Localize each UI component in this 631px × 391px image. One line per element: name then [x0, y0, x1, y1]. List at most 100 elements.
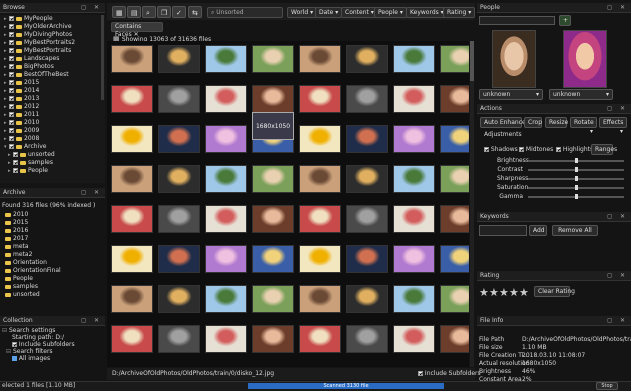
panel-controls-icon[interactable]: ◻ ✕ [607, 212, 628, 222]
panel-controls-icon[interactable]: ◻ ✕ [81, 188, 102, 198]
browse-scrollbar[interactable] [101, 15, 104, 100]
stop-button[interactable]: Stop [596, 382, 618, 390]
photo-thumbnail[interactable] [346, 205, 388, 233]
folder-checkbox[interactable] [9, 16, 14, 21]
photo-thumbnail[interactable] [299, 45, 341, 73]
archive-item[interactable]: unsorted [3, 291, 40, 299]
person-select[interactable]: unknown ▾ [549, 89, 613, 100]
photo-thumbnail[interactable] [393, 125, 435, 153]
photo-thumbnail[interactable] [111, 245, 153, 273]
photo-thumbnail[interactable] [252, 245, 294, 273]
tree-item[interactable]: ▸ 2012 [4, 103, 39, 111]
filter-rating-button[interactable]: Rating ▾ [443, 7, 476, 18]
slider-handle[interactable] [574, 167, 578, 172]
folder-checkbox[interactable] [9, 144, 14, 149]
star-icon[interactable]: ★ [489, 286, 499, 299]
include-subfolders-checkbox[interactable] [418, 371, 423, 376]
photo-thumbnail[interactable] [346, 325, 388, 353]
zoom-icon[interactable]: ⌕ [142, 6, 156, 18]
adjustment-slider[interactable] [528, 185, 624, 190]
folder-checkbox[interactable] [13, 168, 18, 173]
photo-thumbnail[interactable] [346, 245, 388, 273]
archive-item[interactable]: OrientationFinal [3, 267, 61, 275]
people-name-input[interactable] [479, 16, 555, 25]
folder-checkbox[interactable] [9, 128, 14, 133]
photo-thumbnail[interactable] [205, 205, 247, 233]
action-resize-button[interactable]: Resize [545, 117, 568, 128]
tab-contains-faces[interactable]: Contains Faces ✕ [111, 22, 163, 38]
photo-thumbnail[interactable] [299, 85, 341, 113]
star-icon[interactable]: ★ [509, 286, 519, 299]
folder-checkbox[interactable] [9, 72, 14, 77]
folder-checkbox[interactable] [9, 80, 14, 85]
archive-item[interactable]: meta [3, 243, 29, 251]
photo-thumbnail[interactable] [158, 45, 200, 73]
photo-thumbnail[interactable] [205, 125, 247, 153]
adjustment-slider[interactable] [528, 167, 624, 172]
action-rotate-button[interactable]: Rotate ▾ [570, 117, 597, 135]
archive-item[interactable]: meta2 [3, 251, 32, 259]
slider-handle[interactable] [574, 194, 578, 199]
photo-thumbnail[interactable] [158, 125, 200, 153]
midtones-option[interactable]: Midtones [519, 146, 553, 153]
filter-world-button[interactable]: World ▾ [287, 7, 318, 18]
photo-thumbnail[interactable] [252, 205, 294, 233]
all-images-filter[interactable]: All images [12, 355, 50, 362]
photo-thumbnail[interactable] [299, 245, 341, 273]
remove-all-button[interactable]: Remove All [552, 225, 598, 236]
photo-thumbnail[interactable] [346, 285, 388, 313]
photo-thumbnail[interactable] [346, 125, 388, 153]
panel-controls-icon[interactable]: ◻ ✕ [81, 316, 102, 326]
photo-thumbnail[interactable] [205, 165, 247, 193]
archive-item[interactable]: Orientation [3, 259, 47, 267]
tree-item[interactable]: ▸ MyBestPortraits2 [4, 39, 75, 47]
tree-item[interactable]: ▸ unsorted [8, 151, 55, 159]
photo-thumbnail[interactable] [393, 205, 435, 233]
photo-thumbnail[interactable] [252, 85, 294, 113]
photo-thumbnail[interactable] [346, 85, 388, 113]
tree-item[interactable]: ▸ MyOlderArchive [4, 23, 72, 31]
photo-thumbnail[interactable] [158, 165, 200, 193]
panel-controls-icon[interactable]: ◻ ✕ [607, 104, 628, 114]
face-thumbnail[interactable] [492, 30, 536, 88]
copy-icon[interactable]: ❐ [157, 6, 171, 18]
folder-checkbox[interactable] [9, 64, 14, 69]
photo-thumbnail[interactable] [299, 125, 341, 153]
archive-item[interactable]: 2016 [3, 227, 28, 235]
list-view-icon[interactable]: ▤ [127, 6, 141, 18]
tree-item[interactable]: ▸ Landscapes [4, 55, 59, 63]
ranges-button[interactable]: Ranges [591, 144, 617, 155]
photo-thumbnail[interactable] [252, 325, 294, 353]
folder-checkbox[interactable] [9, 24, 14, 29]
archive-item[interactable]: 2015 [3, 219, 28, 227]
photo-thumbnail[interactable] [205, 285, 247, 313]
photo-thumbnail[interactable] [440, 325, 469, 353]
action-auto-enhance-button[interactable]: Auto Enhance [480, 117, 526, 128]
archive-item[interactable]: 2017 [3, 235, 28, 243]
tree-item[interactable]: ▸ 2010 [4, 119, 39, 127]
photo-thumbnail[interactable] [299, 285, 341, 313]
photo-thumbnail[interactable] [346, 45, 388, 73]
adjustment-slider[interactable] [528, 194, 624, 199]
folder-checkbox[interactable] [9, 40, 14, 45]
photo-thumbnail[interactable] [393, 85, 435, 113]
tree-item[interactable]: ▸ 2009 [4, 127, 39, 135]
folder-checkbox[interactable] [9, 96, 14, 101]
include-subfolders-option[interactable]: Include Subfolders [12, 341, 75, 348]
photo-thumbnail[interactable] [111, 165, 153, 193]
filter-date-button[interactable]: Date ▾ [315, 7, 343, 18]
folder-checkbox[interactable] [9, 104, 14, 109]
shadows-option[interactable]: Shadows [484, 146, 518, 153]
action-crop-button[interactable]: Crop [524, 117, 542, 128]
photo-thumbnail[interactable] [440, 45, 469, 73]
photo-thumbnail[interactable] [205, 45, 247, 73]
photo-thumbnail[interactable] [111, 205, 153, 233]
filter-content-button[interactable]: Content ▾ [341, 7, 378, 18]
hovered-thumbnail[interactable]: 1680x1050 [252, 112, 294, 140]
filter-people-button[interactable]: People ▾ [374, 7, 407, 18]
panel-controls-icon[interactable]: ◻ ✕ [81, 3, 102, 13]
highlights-option[interactable]: Highlights [556, 146, 593, 153]
include-subfolders-checkbox[interactable] [12, 342, 17, 347]
folder-checkbox[interactable] [9, 88, 14, 93]
photo-thumbnail[interactable] [299, 165, 341, 193]
